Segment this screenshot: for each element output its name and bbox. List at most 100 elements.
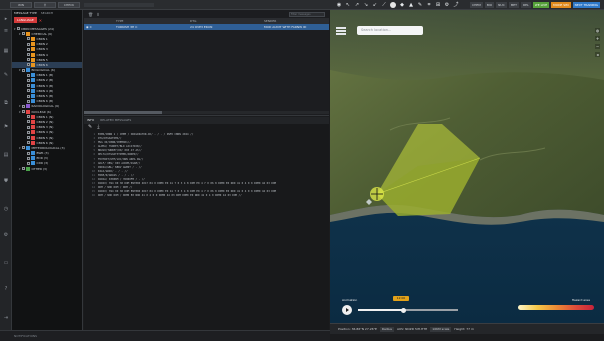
settings-icon[interactable]: ⚙ [444,1,450,9]
tree-toolbar: LANGUAGE ✕ [12,16,82,24]
checkbox[interactable] [27,84,30,88]
toggle-nuc[interactable]: NUC [496,2,507,8]
checkbox[interactable] [27,115,30,119]
checkbox[interactable] [22,68,25,72]
toggle-met[interactable]: MET [508,2,520,8]
checkbox[interactable] [27,120,30,124]
category-badge-icon [31,47,35,52]
checkbox[interactable] [27,42,30,46]
live-button[interactable]: LTE LIVE [532,2,550,8]
ruler-icon[interactable]: ⊞ [435,1,441,9]
tab-related-messages[interactable]: RELATED MESSAGES [100,117,131,124]
play-button[interactable] [342,305,352,315]
list-icon[interactable]: ≡ [3,28,9,34]
logout-icon[interactable]: ⇥ [3,315,9,321]
shield-icon[interactable]: ⛊ [3,178,9,184]
checkbox[interactable] [17,27,20,31]
eye-icon[interactable]: ◉ [336,1,342,9]
checkbox[interactable] [27,63,30,67]
clock-icon[interactable]: ◷ [3,206,9,212]
message-text[interactable]: 1 EXER/CBRN 1 / CHEM / ORIGINATOR-ID/ - /… [84,131,329,199]
grid-view-icon[interactable]: ▦ [3,48,9,54]
tree-item-label: EDR (3) [36,156,49,161]
scrollbar-thumb[interactable] [84,111,162,114]
document-icon[interactable]: ▭ [3,260,9,266]
triangle-icon[interactable]: ▲ [408,1,414,9]
checkbox[interactable] [27,37,30,41]
share-icon[interactable]: ⤴ [453,1,459,9]
layers-icon[interactable]: ⧉ [3,100,9,106]
stack-icon[interactable]: ▤ [3,152,9,158]
flag-icon[interactable]: ⚑ [3,124,9,130]
toggle-chem[interactable]: CHEM [470,2,483,8]
checkbox[interactable] [22,146,25,150]
check-button[interactable]: CHECK [58,2,80,8]
checkbox[interactable] [27,99,30,103]
help-icon[interactable]: ? [3,286,9,292]
toggle-rel[interactable]: REL [521,2,531,8]
download-icon[interactable]: ⤓ [97,124,99,131]
edit-icon[interactable]: ✎ [3,72,9,78]
checkbox[interactable] [27,89,30,93]
horizontal-scrollbar[interactable] [84,111,329,114]
menu-icon[interactable] [336,27,346,35]
checkbox[interactable] [22,110,25,114]
scale-readout[interactable]: 10KM scale [430,326,452,332]
zoom-out-icon[interactable]: − [595,44,600,49]
radius-readout[interactable]: Radius [379,326,394,332]
window-button[interactable]: WIN [10,2,32,8]
pointer-icon[interactable]: ↖ [345,1,351,9]
arrow-up-right-icon[interactable]: ↗ [354,1,360,9]
row-select-cell[interactable]: ◉ C [84,24,114,30]
land-far [330,10,604,81]
checkbox[interactable] [27,53,30,57]
location-search-input[interactable]: Search location... [357,26,423,35]
checkbox[interactable] [22,104,25,108]
checkbox[interactable] [27,73,30,77]
grid-icon[interactable]: ⌗ [426,1,432,9]
checkbox[interactable] [27,78,30,82]
checkbox[interactable] [27,130,30,134]
checkbox[interactable] [27,141,30,145]
pen-icon[interactable]: ✎ [417,1,423,9]
tab-message-type[interactable]: MESSAGE TYPE [14,10,37,16]
satellite-map[interactable] [330,10,604,323]
arrow-down-left-icon[interactable]: ↙ [372,1,378,9]
play-icon[interactable]: ▸ [3,16,9,22]
pencil-icon[interactable]: ✎ [88,124,92,131]
search-button[interactable]: ⚲ [34,2,56,8]
checkbox[interactable] [27,156,30,160]
toggle-bio[interactable]: BIO [484,2,495,8]
checkbox[interactable] [22,32,25,36]
checkbox[interactable] [27,161,30,165]
table-row[interactable]: ◉ C TURKISH 3H C 24 OVE3 ERUN MOD AUDIT … [84,24,329,30]
checkbox[interactable] [27,151,30,155]
close-icon[interactable]: ✕ [39,18,42,23]
checkbox[interactable] [22,167,25,171]
trash-icon[interactable]: 🗑 [88,12,93,17]
language-button[interactable]: LANGUAGE [14,17,37,23]
compass-icon[interactable]: ◂ [595,52,600,57]
settings-icon[interactable]: ⚙ [3,232,9,238]
checkbox[interactable] [27,136,30,140]
checkbox[interactable] [27,58,30,62]
columns-icon[interactable]: ⦀ [97,12,99,17]
line-icon[interactable]: ⟋ [381,1,387,9]
checkbox[interactable] [27,47,30,51]
tab-info[interactable]: INFO [87,117,94,124]
filter-input[interactable]: Filter messages [289,11,325,17]
map-view[interactable]: Search location... ◍ + − ◂ Animation 12:… [330,10,604,323]
globe-icon[interactable]: ◍ [595,28,600,33]
timeline-handle[interactable] [400,307,406,313]
tab-search[interactable]: SEARCH [41,10,53,16]
fill-icon[interactable]: ◆ [399,1,405,9]
mode-button[interactable]: MODE SIM [551,2,571,8]
record-icon[interactable] [390,2,396,8]
checkbox[interactable] [27,94,30,98]
timeline-slider[interactable] [358,307,458,313]
arrow-down-right-icon[interactable]: ↘ [363,1,369,9]
zoom-in-icon[interactable]: + [595,36,600,41]
checkbox[interactable] [27,125,30,129]
tree-group[interactable]: ▾ OTHER (3) [12,166,82,171]
training-button[interactable]: NEXT TRAINING [572,2,600,8]
